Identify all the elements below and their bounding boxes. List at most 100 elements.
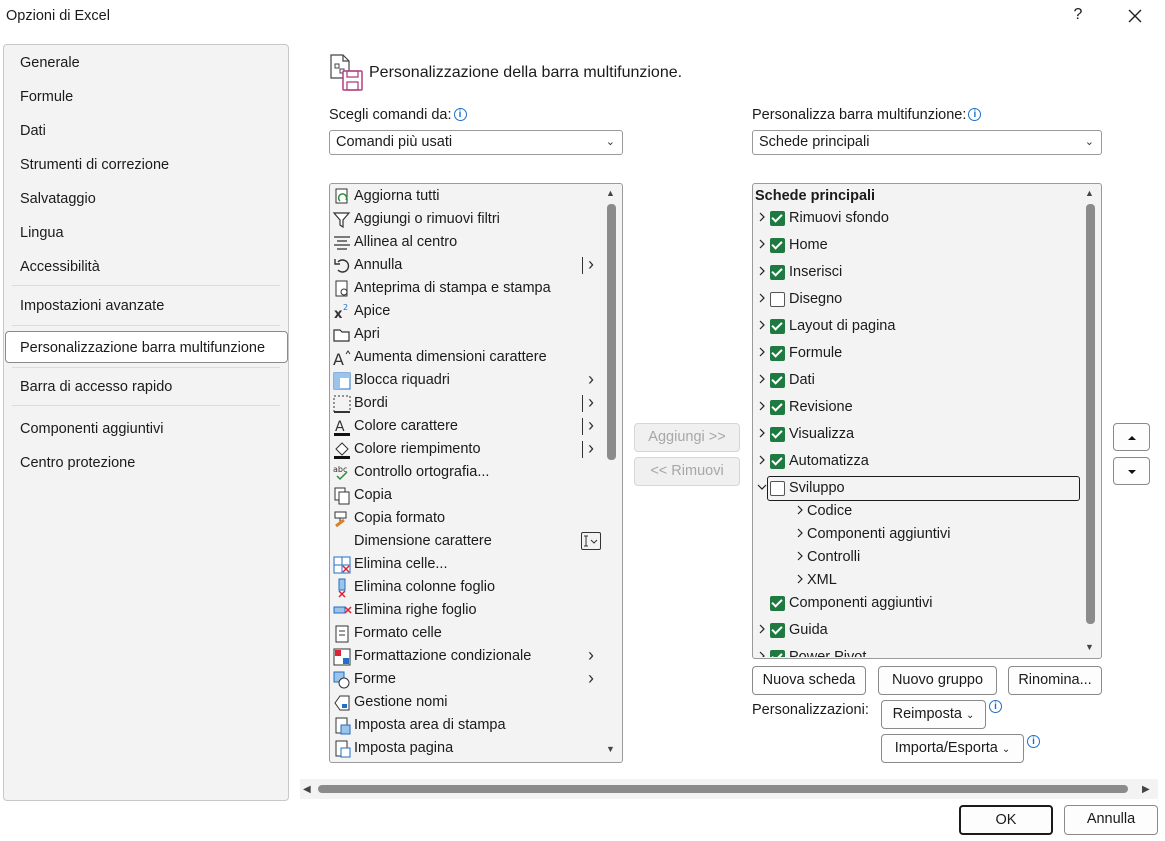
info-icon[interactable]: i	[989, 700, 1002, 713]
command-item[interactable]: Elimina colonne foglio	[332, 576, 602, 599]
tree-tab-item[interactable]: Disegno	[753, 287, 1083, 312]
chevron-right-icon[interactable]	[757, 289, 767, 312]
checkbox[interactable]	[770, 427, 785, 442]
command-item[interactable]: Bordi ›	[332, 392, 602, 415]
command-item[interactable]: Imposta area di stampa	[332, 714, 602, 737]
checkbox[interactable]	[770, 265, 785, 280]
command-item[interactable]: Colore riempimento ›	[332, 438, 602, 461]
help-button[interactable]: ?	[1070, 6, 1086, 24]
chevron-right-icon[interactable]	[795, 547, 805, 570]
nav-item-centro-protezione[interactable]: Centro protezione	[20, 451, 135, 475]
info-icon[interactable]: i	[1027, 735, 1040, 748]
rename-button[interactable]: Rinomina...	[1008, 666, 1102, 695]
tree-tab-item[interactable]: Layout di pagina	[753, 314, 1083, 339]
chevron-down-icon[interactable]	[757, 478, 767, 501]
command-item[interactable]: Allinea al centro	[332, 231, 602, 254]
chevron-right-icon[interactable]	[757, 343, 767, 366]
command-item[interactable]: Forme ›	[332, 668, 602, 691]
chevron-right-icon[interactable]	[757, 370, 767, 393]
nav-item-dati[interactable]: Dati	[20, 119, 46, 143]
commands-scrollbar-thumb[interactable]	[607, 204, 616, 460]
command-item[interactable]: Gestione nomi	[332, 691, 602, 714]
tree-tab-item[interactable]: Sviluppo	[753, 476, 1083, 501]
command-item[interactable]: Copia	[332, 484, 602, 507]
nav-item-accessibilita[interactable]: Accessibilità	[20, 255, 100, 279]
command-item[interactable]: Annulla ›	[332, 254, 602, 277]
command-item[interactable]: Anteprima di stampa e stampa	[332, 277, 602, 300]
chevron-right-icon[interactable]	[795, 501, 805, 524]
nav-item-formule[interactable]: Formule	[20, 85, 73, 109]
scroll-left-icon[interactable]: ◀	[303, 784, 311, 795]
tree-tab-item[interactable]: Revisione	[753, 395, 1083, 420]
tree-tab-item[interactable]: Visualizza	[753, 422, 1083, 447]
scroll-right-icon[interactable]: ▶	[1142, 784, 1150, 795]
chevron-right-icon[interactable]	[795, 524, 805, 547]
checkbox[interactable]	[770, 623, 785, 638]
checkbox[interactable]	[770, 650, 785, 657]
move-up-button[interactable]	[1113, 423, 1150, 451]
tree-tab-item[interactable]: Inserisci	[753, 260, 1083, 285]
chevron-right-icon[interactable]	[757, 208, 767, 231]
command-item[interactable]: Copia formato	[332, 507, 602, 530]
chevron-right-icon[interactable]	[757, 647, 767, 657]
tree-tab-item[interactable]: Guida	[753, 618, 1083, 643]
command-item[interactable]: Blocca riquadri ›	[332, 369, 602, 392]
close-button[interactable]	[1126, 4, 1144, 26]
commands-list[interactable]: Aggiorna tutti Aggiungi o rimuovi filtri A…	[329, 183, 623, 763]
tree-tab-item[interactable]: Power Pivot	[753, 645, 1083, 657]
chevron-right-icon[interactable]	[757, 451, 767, 474]
command-item[interactable]: Aggiorna tutti	[332, 185, 602, 208]
new-group-button[interactable]: Nuovo gruppo	[878, 666, 997, 695]
command-item[interactable]: Apri	[332, 323, 602, 346]
scroll-up-icon[interactable]: ▲	[1085, 188, 1094, 198]
tree-tab-item[interactable]: Home	[753, 233, 1083, 258]
chevron-right-icon[interactable]	[757, 397, 767, 420]
scroll-up-icon[interactable]: ▲	[606, 188, 615, 198]
tree-group-item[interactable]: Codice	[753, 499, 1083, 524]
command-item[interactable]: Elimina celle...	[332, 553, 602, 576]
checkbox[interactable]	[770, 373, 785, 388]
chevron-right-icon[interactable]	[757, 424, 767, 447]
import-export-button[interactable]: Importa/Esporta ⌄	[881, 734, 1024, 763]
checkbox[interactable]	[770, 454, 785, 469]
command-item[interactable]: Aggiungi o rimuovi filtri	[332, 208, 602, 231]
nav-item-personalizzazione-barra[interactable]: Personalizzazione barra multifunzione	[20, 336, 265, 360]
checkbox[interactable]	[770, 292, 785, 307]
checkbox[interactable]	[770, 400, 785, 415]
nav-item-componenti-aggiuntivi[interactable]: Componenti aggiuntivi	[20, 417, 163, 441]
nav-item-salvataggio[interactable]: Salvataggio	[20, 187, 96, 211]
cancel-button[interactable]: Annulla	[1064, 805, 1158, 835]
command-item[interactable]: Dimensione carattere	[332, 530, 602, 553]
command-item[interactable]: A Colore carattere ›	[332, 415, 602, 438]
nav-item-impostazioni-avanzate[interactable]: Impostazioni avanzate	[20, 294, 164, 318]
horizontal-scrollbar[interactable]: ◀ ▶	[300, 779, 1158, 799]
checkbox[interactable]	[770, 319, 785, 334]
tree-group-item[interactable]: XML	[753, 568, 1083, 593]
checkbox[interactable]	[770, 346, 785, 361]
remove-button[interactable]: << Rimuovi	[634, 457, 740, 486]
command-item[interactable]: A Aumenta dimensioni carattere	[332, 346, 602, 369]
add-button[interactable]: Aggiungi >>	[634, 423, 740, 452]
move-down-button[interactable]	[1113, 457, 1150, 485]
checkbox[interactable]	[770, 596, 785, 611]
new-tab-button[interactable]: Nuova scheda	[752, 666, 866, 695]
chevron-right-icon[interactable]	[757, 316, 767, 339]
nav-item-lingua[interactable]: Lingua	[20, 221, 64, 245]
nav-item-accesso-rapido[interactable]: Barra di accesso rapido	[20, 375, 172, 399]
command-item[interactable]: Elimina righe foglio	[332, 599, 602, 622]
tree-tab-item[interactable]: Rimuovi sfondo	[753, 206, 1083, 231]
choose-commands-dropdown[interactable]: Comandi più usati ⌄	[329, 130, 623, 155]
tree-tab-item[interactable]: Formule	[753, 341, 1083, 366]
checkbox[interactable]	[770, 211, 785, 226]
command-item[interactable]: x 2 Apice	[332, 300, 602, 323]
command-item[interactable]: Formato celle	[332, 622, 602, 645]
tree-tab-item[interactable]: Dati	[753, 368, 1083, 393]
info-icon[interactable]: i	[453, 108, 467, 121]
horizontal-scrollbar-thumb[interactable]	[318, 785, 1128, 793]
chevron-right-icon[interactable]	[795, 570, 805, 593]
ribbon-tree[interactable]: Schede principali Rimuovi sfondo Home Inse…	[752, 183, 1102, 659]
tree-tab-item[interactable]: Componenti aggiuntivi	[753, 591, 1083, 616]
chevron-right-icon[interactable]	[757, 620, 767, 643]
command-item[interactable]: Formattazione condizionale ›	[332, 645, 602, 668]
tree-scrollbar-thumb[interactable]	[1086, 204, 1095, 624]
